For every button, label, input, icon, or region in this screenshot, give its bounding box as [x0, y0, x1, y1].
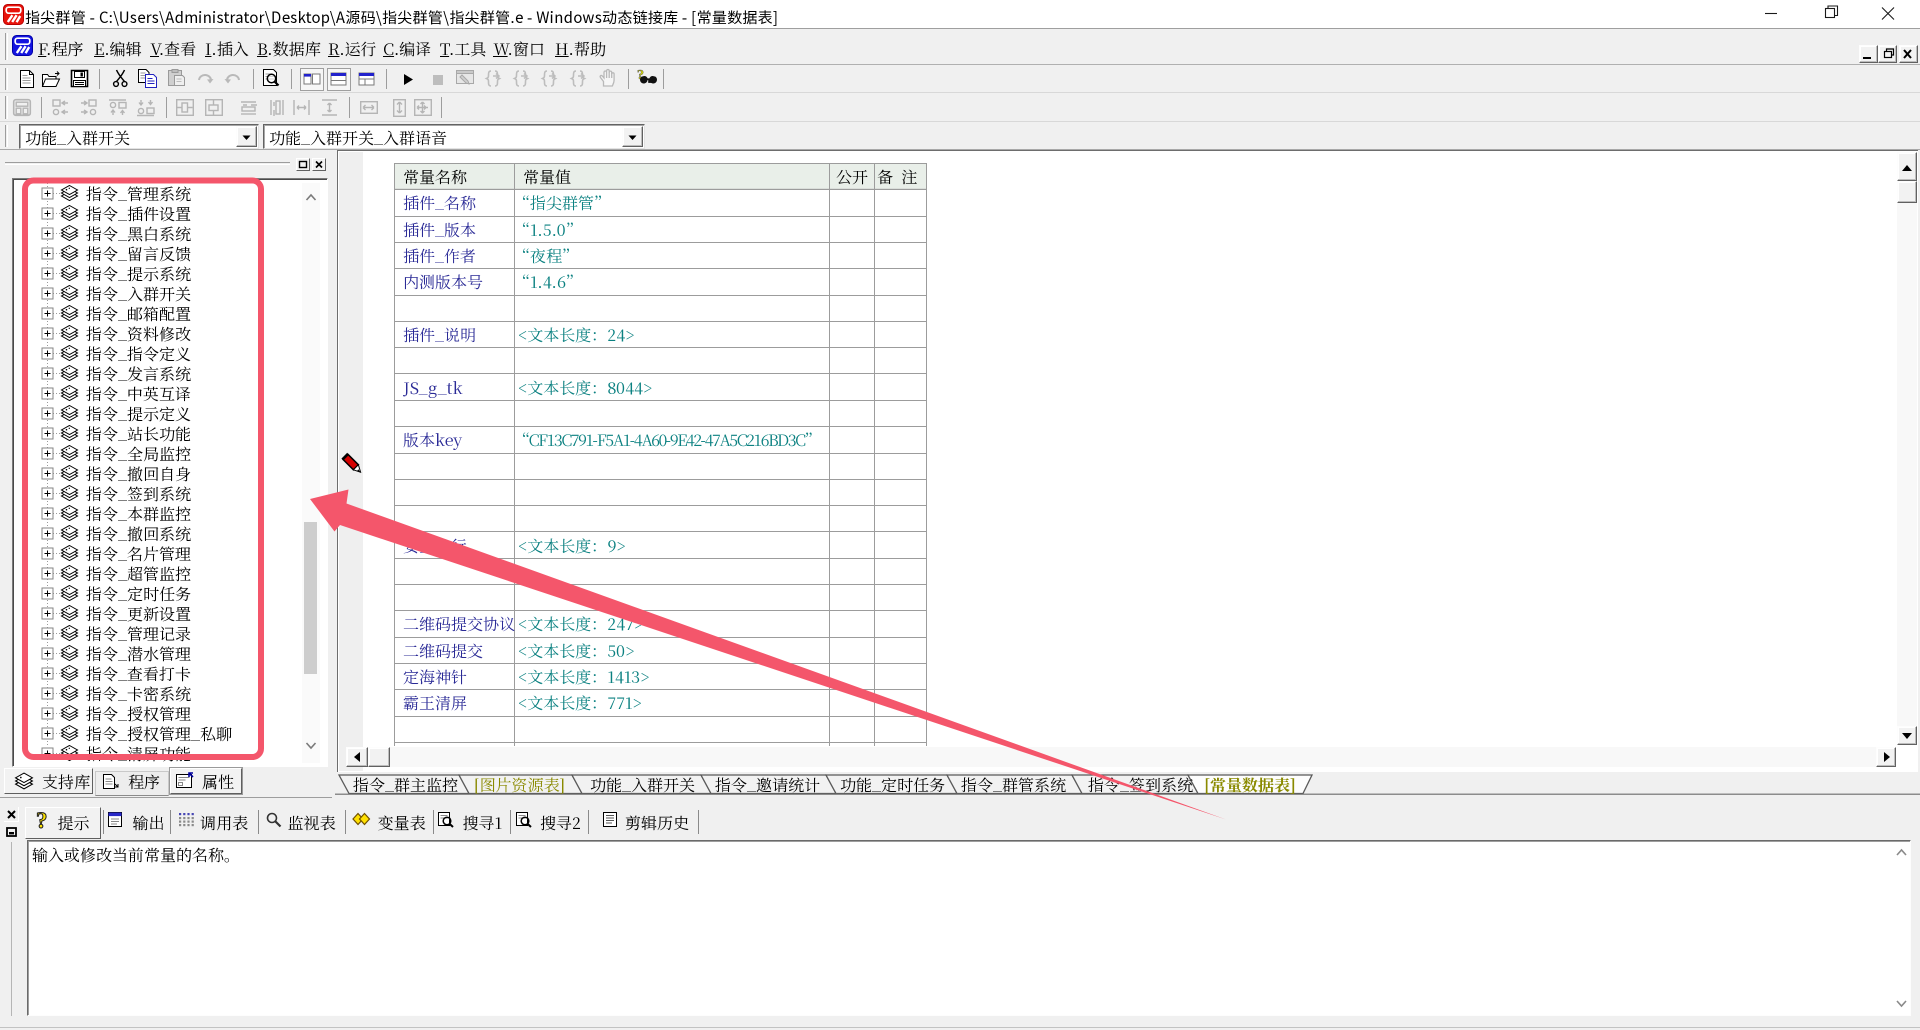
- svg-text:?: ?: [36, 811, 48, 830]
